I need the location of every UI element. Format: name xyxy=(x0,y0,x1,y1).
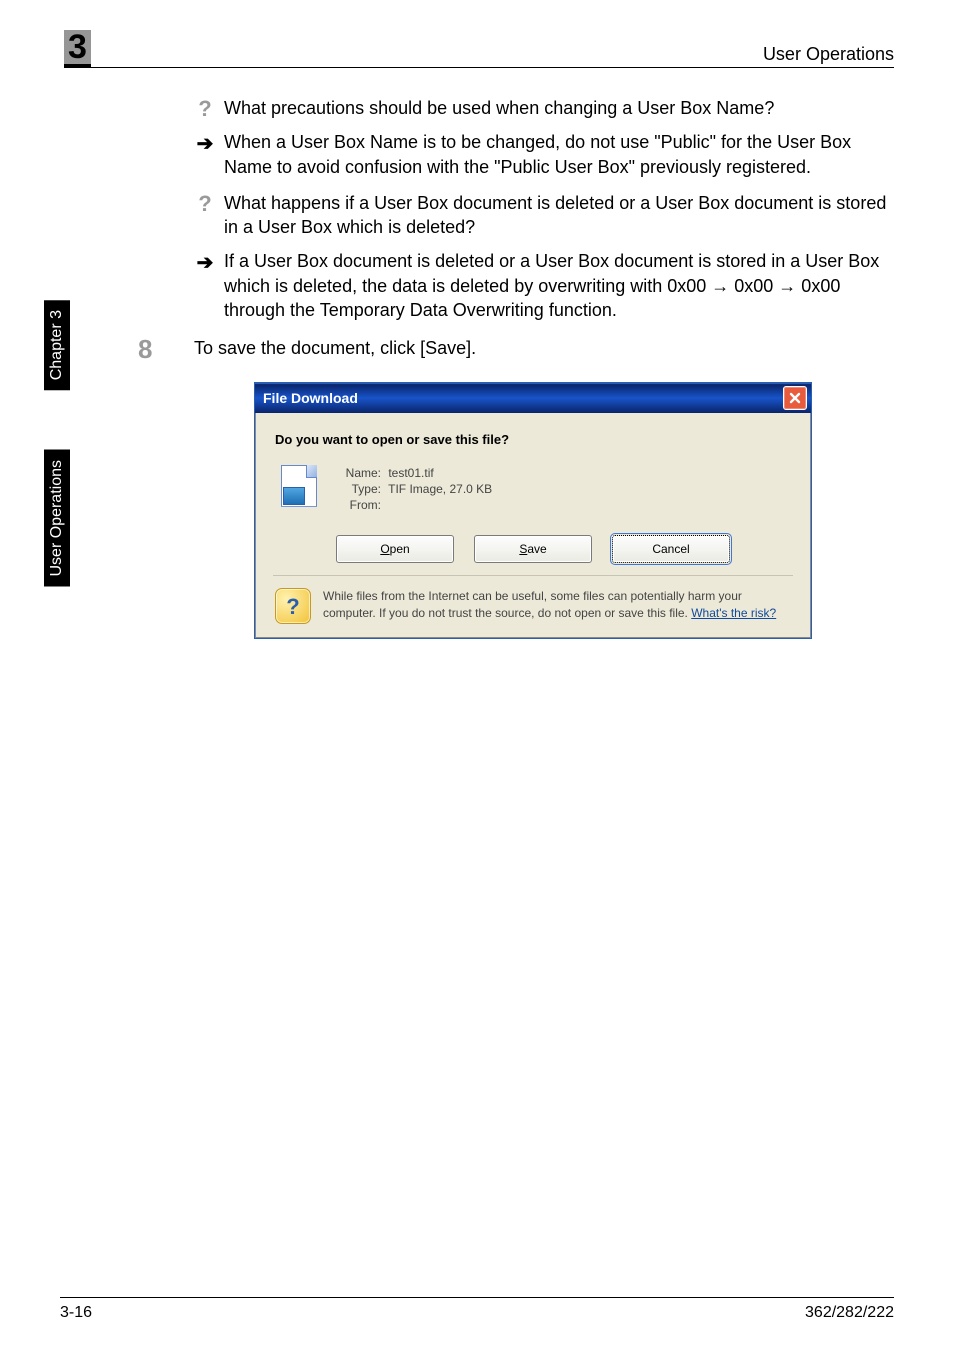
file-metadata: Name: test01.tif Type: TIF Image, 27.0 K… xyxy=(333,465,492,514)
dialog-title: File Download xyxy=(263,389,358,408)
footer-page-number: 3-16 xyxy=(60,1304,92,1322)
divider xyxy=(273,575,793,576)
file-type-label: Type: xyxy=(333,481,381,497)
content-area: ? What precautions should be used when c… xyxy=(194,96,894,639)
qa-question-2: What happens if a User Box document is d… xyxy=(224,191,894,240)
warning-icon: ? xyxy=(275,588,311,624)
dialog-titlebar[interactable]: File Download xyxy=(255,383,811,413)
dialog-prompt: Do you want to open or save this file? xyxy=(275,431,791,449)
page-header: 3 User Operations xyxy=(64,30,894,68)
warning-text: While files from the Internet can be use… xyxy=(323,588,791,624)
close-icon xyxy=(789,392,801,404)
question-icon: ? xyxy=(194,191,216,215)
qa-question-1: What precautions should be used when cha… xyxy=(224,96,774,120)
footer-model: 362/282/222 xyxy=(805,1304,894,1322)
close-button[interactable] xyxy=(783,386,807,410)
header-title: User Operations xyxy=(763,44,894,65)
qa-answer-2: If a User Box document is deleted or a U… xyxy=(224,249,894,322)
open-button[interactable]: Open xyxy=(336,535,454,563)
file-type-icon xyxy=(281,465,317,507)
page-footer: 3-16 362/282/222 xyxy=(60,1297,894,1322)
file-from-label: From: xyxy=(333,497,381,513)
question-icon: ? xyxy=(194,96,216,120)
file-name-label: Name: xyxy=(333,465,381,481)
chapter-tab: Chapter 3 xyxy=(44,300,70,390)
chapter-number-badge: 3 xyxy=(64,30,91,68)
qa-answer-1: When a User Box Name is to be changed, d… xyxy=(224,130,894,179)
arrow-icon: ➔ xyxy=(194,130,216,156)
save-button[interactable]: Save xyxy=(474,535,592,563)
step-number: 8 xyxy=(138,336,194,362)
step-text: To save the document, click [Save]. xyxy=(194,336,476,360)
whats-the-risk-link[interactable]: What's the risk? xyxy=(691,606,776,620)
file-download-dialog: File Download Do you want to open or sav… xyxy=(254,382,812,639)
section-tab: User Operations xyxy=(44,450,70,587)
arrow-icon: ➔ xyxy=(194,249,216,275)
cancel-button[interactable]: Cancel xyxy=(612,535,730,563)
file-name-value: test01.tif xyxy=(388,466,433,480)
file-type-value: TIF Image, 27.0 KB xyxy=(388,482,492,496)
